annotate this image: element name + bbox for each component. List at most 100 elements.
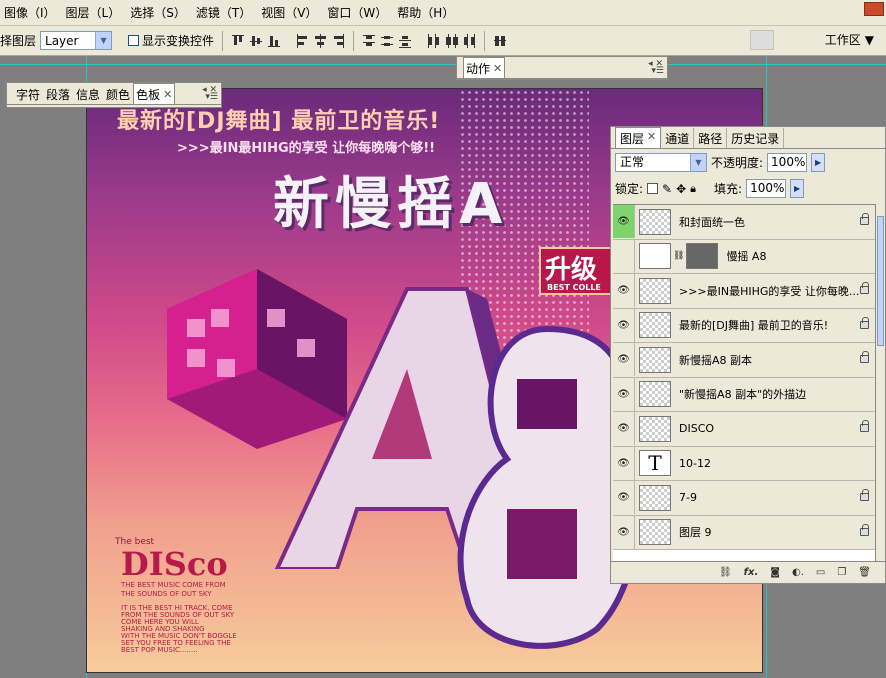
lock-icon (860, 420, 869, 432)
lock-row: 锁定: ✎ ✥ 🔒︎ 填充: 100% ▶ (615, 179, 805, 198)
visibility-eye-icon[interactable]: 👁︎ (613, 205, 635, 239)
fill-label: 填充: (714, 182, 743, 196)
text-layer-icon: T (639, 450, 671, 477)
distribute-right-icon[interactable] (462, 33, 476, 49)
tab-channels[interactable]: 通道 (661, 128, 695, 148)
auto-select-label: 择图层 (0, 34, 37, 48)
auto-align-icon[interactable] (493, 33, 507, 49)
checkbox-box[interactable] (128, 35, 140, 46)
align-hcenter-icon[interactable] (313, 33, 327, 49)
tab-paths[interactable]: 路径 (694, 128, 728, 148)
layer-row[interactable]: 👁︎ "新慢摇A8 副本"的外描边 (613, 377, 877, 412)
layer-thumbnail (639, 346, 671, 373)
tab-swatches[interactable]: 色板 ✕ (133, 83, 176, 104)
layer-row[interactable]: 👁︎ 和封面统一色 (613, 205, 877, 240)
fill-input[interactable]: 100% (746, 179, 787, 198)
menu-select[interactable]: 选择（S） (128, 4, 194, 21)
visibility-eye-icon[interactable]: 👁︎ (613, 481, 635, 515)
mask-icon[interactable]: ◙ (770, 567, 780, 578)
disco-line: THE SOUNDS OF OUT SKY (121, 590, 212, 598)
distribute-bottom-icon[interactable] (398, 33, 412, 49)
lock-all-icon[interactable]: 🔒︎ (690, 182, 696, 196)
visibility-eye-icon[interactable]: 👁︎ (613, 412, 635, 446)
menu-image[interactable]: 图像（I） (2, 4, 64, 21)
headline-2: >>>最IN最HIHG的享受 让你每晚嗨个够!! (177, 141, 436, 156)
visibility-eye-icon[interactable]: 👁︎ (613, 515, 635, 549)
opacity-input[interactable]: 100% (767, 153, 808, 172)
visibility-eye-icon[interactable]: 👁︎ (613, 446, 635, 480)
align-right-icon[interactable] (331, 33, 345, 49)
layer-thumbnail (639, 277, 671, 304)
tab-layers[interactable]: 图层 ✕ (615, 127, 662, 148)
close-icon[interactable]: ✕ (163, 88, 172, 101)
distribute-vcenter-icon[interactable] (380, 33, 394, 49)
lock-brush-icon[interactable]: ✎ (662, 182, 672, 196)
link-icon[interactable]: ⛓︎ (719, 567, 732, 578)
layer-row[interactable]: 👁︎ 新慢摇A8 副本 (613, 343, 877, 378)
layer-row[interactable]: 👁︎ DISCO (613, 412, 877, 447)
menu-layer[interactable]: 图层（L） (64, 4, 129, 21)
layer-row[interactable]: 👁︎ T 10-12 (613, 446, 877, 481)
tab-color[interactable]: 颜色 (103, 83, 133, 104)
visibility-eye-icon[interactable] (613, 239, 635, 273)
menu-view[interactable]: 视图（V） (259, 4, 325, 21)
badge-sub: BEST COLLE (547, 283, 601, 292)
tab-layers-label: 图层 (620, 132, 645, 146)
scrollbar-thumb[interactable] (877, 216, 884, 346)
blend-mode-value: 正常 (620, 155, 645, 169)
adjustment-icon[interactable]: ◐. (792, 567, 804, 578)
tab-history[interactable]: 历史记录 (727, 128, 785, 148)
layer-row[interactable]: 👁︎ 7-9 (613, 481, 877, 516)
menu-window[interactable]: 窗口（W） (325, 4, 395, 21)
layer-row[interactable]: 👁︎ 最新的[DJ舞曲] 最前卫的音乐! (613, 308, 877, 343)
upgrade-badge: 升级 BEST COLLE (539, 247, 619, 295)
close-icon[interactable]: ✕ (493, 62, 502, 75)
layer-row[interactable]: ⛓︎ 慢摇 A8 (613, 239, 877, 274)
blend-mode-dropdown[interactable]: 正常 ▼ (615, 153, 707, 172)
chain-link-icon[interactable]: ⛓︎ (673, 251, 684, 261)
align-top-icon[interactable] (231, 33, 245, 49)
opacity-slider-button[interactable]: ▶ (811, 153, 826, 172)
tab-actions[interactable]: 动作 ✕ (463, 57, 506, 78)
window-close-button[interactable] (864, 2, 884, 16)
visibility-eye-icon[interactable]: 👁︎ (613, 343, 635, 377)
align-left-icon[interactable] (295, 33, 309, 49)
chevron-down-icon: ▼ (864, 32, 874, 47)
distribute-hcenter-icon[interactable] (444, 33, 459, 49)
show-transform-checkbox[interactable]: 显示变换控件 (128, 32, 214, 49)
workspace-button[interactable]: 工作区 ▼ (825, 31, 874, 48)
brush-preset-icon[interactable] (750, 30, 774, 50)
tab-character[interactable]: 字符 (13, 83, 43, 104)
tab-info[interactable]: 信息 (73, 83, 103, 104)
panel-menu-icon[interactable]: ▾☰ (205, 92, 218, 102)
visibility-eye-icon[interactable]: 👁︎ (613, 274, 635, 308)
visibility-eye-icon[interactable]: 👁︎ (613, 308, 635, 342)
layer-name: 10-12 (679, 456, 711, 470)
layer-row[interactable]: 👁︎ 图层 9 (613, 515, 877, 550)
layer-row[interactable]: 👁︎ >>>最IN最HIHG的享受 让你每晚... (613, 274, 877, 309)
auto-select-dropdown[interactable]: Layer ▼ (40, 31, 113, 50)
panel-menu-icon[interactable]: ▾☰ (651, 66, 664, 76)
layer-mask-thumbnail[interactable] (686, 243, 719, 270)
new-layer-icon[interactable]: ❐ (837, 567, 846, 578)
close-icon[interactable]: ✕ (647, 130, 656, 147)
lock-transparent-icon[interactable] (647, 183, 659, 194)
layers-scrollbar[interactable] (875, 204, 885, 562)
align-vcenter-icon[interactable] (249, 33, 263, 49)
distribute-top-icon[interactable] (362, 33, 376, 49)
fill-slider-button[interactable]: ▶ (790, 179, 805, 198)
distribute-left-icon[interactable] (426, 33, 440, 49)
align-bottom-icon[interactable] (267, 33, 281, 49)
layer-thumbnail (639, 484, 671, 511)
menu-help[interactable]: 帮助（H） (395, 4, 462, 21)
visibility-eye-icon[interactable]: 👁︎ (613, 377, 635, 411)
layer-name: 慢摇 A8 (726, 250, 767, 264)
trash-icon[interactable]: 🗑︎ (858, 567, 871, 578)
disco-line: THE BEST MUSIC COME FROM (121, 581, 226, 589)
group-icon[interactable]: ▭ (816, 567, 825, 578)
lock-move-icon[interactable]: ✥ (676, 182, 686, 196)
tab-paragraph[interactable]: 段落 (43, 83, 73, 104)
fx-icon[interactable]: fx. (744, 567, 759, 578)
panel-tabs: 字符 段落 信息 颜色 色板 ✕ ◂ ✕ ▾☰ (7, 83, 221, 105)
menu-filter[interactable]: 滤镜（T） (194, 4, 259, 21)
